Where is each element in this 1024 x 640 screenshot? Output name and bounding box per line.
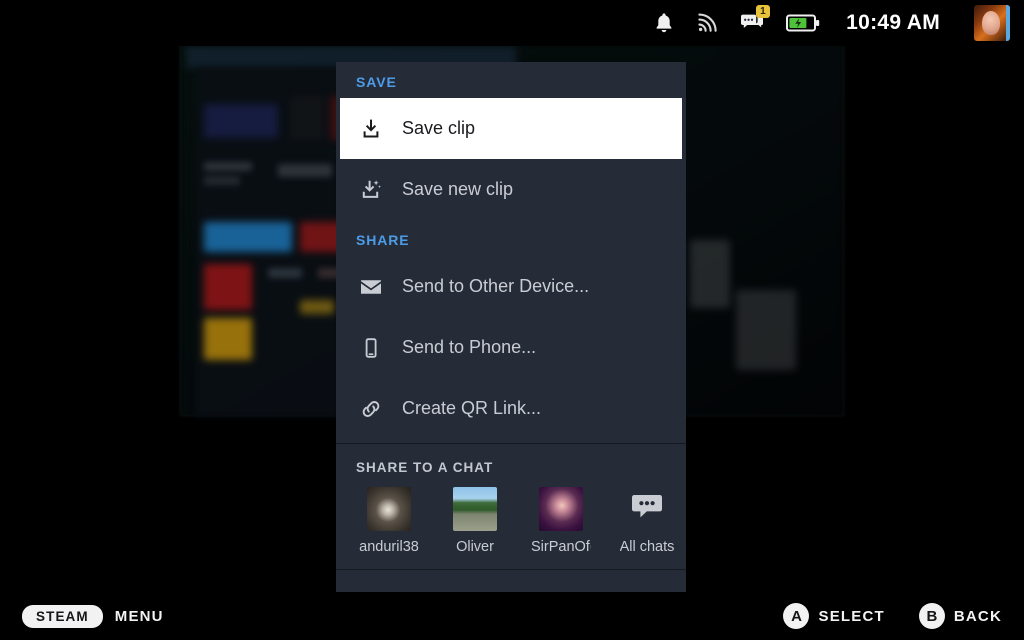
chat-target-name: SirPanOf( [531, 539, 591, 555]
menu-item-label: Send to Other Device... [402, 276, 590, 296]
chat-message-icon[interactable]: 1 [740, 4, 770, 34]
back-action-label: BACK [953, 607, 1002, 625]
menu-section-share-title: SHARE [356, 232, 410, 248]
background-tile [204, 318, 252, 360]
bottom-bar-right: A SELECT B BACK [783, 603, 1002, 629]
save-new-sparkle-icon [360, 179, 382, 201]
chat-target-name: All chats [619, 539, 675, 555]
background-tile [300, 300, 334, 314]
chat-target-name: anduril38 [359, 539, 419, 555]
menu-section-save-title: SAVE [356, 74, 397, 90]
oliver-avatar [453, 487, 497, 531]
background-tile [204, 222, 292, 252]
menu-divider [336, 443, 686, 444]
chat-target-anduril38[interactable]: anduril38 [359, 487, 419, 555]
steam-button-pill[interactable]: STEAM [22, 604, 103, 628]
menu-item-label: Create QR Link... [402, 398, 542, 418]
chat-target-sirpanof[interactable]: SirPanOf( [531, 487, 591, 555]
all-chats-icon [625, 487, 669, 531]
status-bar: 1 10:49 AM [0, 0, 1024, 46]
background-text-blob [204, 176, 240, 185]
chat-target-all-chats[interactable]: All chats [618, 487, 676, 555]
background-tile [690, 240, 730, 308]
wifi-signal-icon[interactable] [696, 12, 718, 34]
user-avatar[interactable] [974, 5, 1010, 41]
background-tile [204, 264, 252, 310]
menu-item-save-clip[interactable]: Save clip [340, 98, 682, 159]
bottom-bar-left: STEAM MENU [22, 604, 164, 628]
menu-item-save-new-clip[interactable]: Save new clip [340, 159, 682, 220]
link-chain-icon [360, 398, 382, 420]
steam-deck-overlay-screen: 1 10:49 AM SAVE Save clip Save new clip … [0, 0, 1024, 640]
background-text-blob [278, 164, 332, 177]
sirpanof-avatar [539, 487, 583, 531]
b-button-icon[interactable]: B [918, 603, 945, 629]
status-bar-clock: 10:49 AM [846, 11, 940, 34]
background-text-blob [268, 268, 302, 278]
chat-unread-badge: 1 [756, 4, 770, 18]
bottom-hint-bar: STEAM MENU A SELECT B BACK [0, 592, 1024, 640]
notification-bell-icon[interactable] [654, 12, 674, 34]
menu-item-label: Save clip [402, 118, 476, 138]
share-to-chat-list: anduril38 Oliver SirPanOf(All chats [336, 483, 686, 565]
avatar-online-indicator [1006, 5, 1010, 41]
phone-icon [360, 337, 382, 359]
save-download-icon [360, 118, 382, 140]
steam-menu-label: MENU [114, 607, 164, 625]
menu-item-label: Send to Phone... [402, 337, 537, 357]
menu-item-create-qr-link[interactable]: Create QR Link... [340, 378, 682, 439]
chat-target-oliver[interactable]: Oliver [446, 487, 504, 555]
background-text-blob [204, 162, 252, 171]
a-button-icon[interactable]: A [783, 603, 810, 629]
envelope-icon [360, 276, 382, 298]
clip-share-menu: SAVE Save clip Save new clip SHARE Send … [336, 62, 686, 592]
menu-row-partial[interactable] [336, 574, 686, 592]
menu-item-send-to-other-device[interactable]: Send to Other Device... [340, 256, 682, 317]
menu-divider-bottom [336, 569, 686, 570]
menu-item-label: Save new clip [402, 179, 514, 199]
background-tile [736, 290, 796, 370]
battery-charging-icon[interactable] [786, 13, 820, 33]
avatar-face [982, 11, 1000, 35]
menu-section-chat-title: SHARE TO A CHAT [356, 460, 494, 475]
menu-item-send-to-phone[interactable]: Send to Phone... [340, 317, 682, 378]
background-tile [204, 104, 278, 138]
background-tile [290, 96, 324, 140]
chat-target-name: Oliver [456, 539, 494, 555]
anduril38-avatar [367, 487, 411, 531]
select-action-label: SELECT [818, 607, 885, 625]
